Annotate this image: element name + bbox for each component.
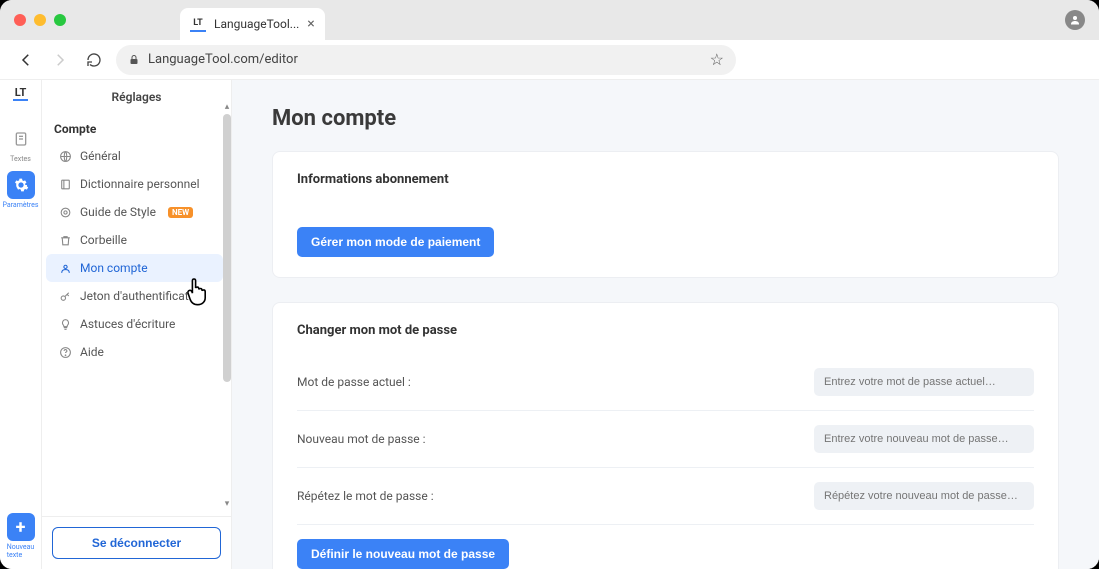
current-password-input[interactable] [814,368,1034,396]
sidebar-item-account[interactable]: Mon compte [46,254,223,282]
sidebar-item-styleguide[interactable]: Guide de Style NEW [46,198,223,226]
page-title: Mon compte [272,106,1059,131]
window-controls [14,14,66,26]
key-icon [58,290,72,303]
set-password-button[interactable]: Définir le nouveau mot de passe [297,539,509,569]
rail-item-label: Paramètres [3,201,39,209]
rail-item-texts[interactable]: Textes [4,125,38,163]
titlebar: LT LanguageTool... × [0,0,1099,40]
new-password-input[interactable] [814,425,1034,453]
lock-icon [128,54,140,66]
tab-title: LanguageTool... [214,17,299,31]
sidebar-scrollbar[interactable]: ▴ ▾ [223,114,231,497]
current-password-label: Mot de passe actuel : [297,375,411,389]
target-icon [58,206,72,219]
user-icon [58,262,72,275]
rail-new-text-label: Nouveau texte [7,543,35,559]
sidebar-item-label: Mon compte [80,261,148,275]
bookmark-star-icon[interactable]: ☆ [710,50,724,69]
sidebar-item-general[interactable]: Général [46,142,223,170]
forward-button[interactable] [48,48,72,72]
app-frame: LT Textes Paramètres + Nouveau texte Rég… [0,80,1099,569]
subscription-heading: Informations abonnement [297,172,1034,187]
sidebar-item-help[interactable]: Aide [46,338,223,366]
document-icon [7,125,35,153]
manage-payment-button[interactable]: Gérer mon mode de paiement [297,227,494,257]
new-password-label: Nouveau mot de passe : [297,432,426,446]
sidebar-item-label: Guide de Style [80,205,156,219]
tab-favicon: LT [190,16,206,32]
close-window-button[interactable] [14,14,26,26]
scroll-thumb[interactable] [223,114,231,382]
sidebar-item-trash[interactable]: Corbeille [46,226,223,254]
sidebar-item-tips[interactable]: Astuces d'écriture [46,310,223,338]
scroll-down-icon[interactable]: ▾ [222,499,232,509]
repeat-password-input[interactable] [814,482,1034,510]
back-button[interactable] [14,48,38,72]
sidebar-footer: Se déconnecter [42,516,231,569]
subscription-card: Informations abonnement Gérer mon mode d… [272,151,1059,278]
globe-icon [58,150,72,163]
sidebar-item-label: Aide [80,345,104,359]
sidebar-item-label: Astuces d'écriture [80,317,175,331]
maximize-window-button[interactable] [54,14,66,26]
plus-icon: + [7,513,35,541]
reload-button[interactable] [82,48,106,72]
rail-new-text-button[interactable]: + Nouveau texte [4,513,38,559]
sidebar-list: Général Dictionnaire personnel Guide de … [42,142,231,516]
browser-window: LT LanguageTool... × LanguageTool.com/ed… [0,0,1099,569]
profile-avatar-button[interactable] [1065,10,1085,30]
minimize-window-button[interactable] [34,14,46,26]
browser-toolbar: LanguageTool.com/editor ☆ [0,40,1099,80]
trash-icon [58,234,72,247]
sidebar-item-label: Jeton d'authentification [80,289,205,303]
repeat-password-row: Répétez le mot de passe : [297,468,1034,525]
left-rail: LT Textes Paramètres + Nouveau texte [0,80,42,569]
sidebar-item-token[interactable]: Jeton d'authentification [46,282,223,310]
app-logo[interactable]: LT [13,86,29,101]
logout-button[interactable]: Se déconnecter [52,527,221,559]
tab-close-button[interactable]: × [307,16,314,32]
sidebar-item-dictionary[interactable]: Dictionnaire personnel [46,170,223,198]
new-password-row: Nouveau mot de passe : [297,411,1034,468]
repeat-password-label: Répétez le mot de passe : [297,489,434,503]
sidebar-section-account: Compte [42,114,231,142]
content-area: Mon compte Informations abonnement Gérer… [232,80,1099,569]
current-password-row: Mot de passe actuel : [297,354,1034,411]
password-card: Changer mon mot de passe Mot de passe ac… [272,302,1059,569]
password-heading: Changer mon mot de passe [297,323,1034,338]
rail-item-label: Textes [10,155,31,163]
bulb-icon [58,318,72,331]
sidebar-title: Réglages [42,80,231,114]
rail-item-settings[interactable]: Paramètres [4,171,38,209]
new-badge: NEW [168,207,193,218]
gear-icon [7,171,35,199]
url-text: LanguageTool.com/editor [148,52,298,67]
address-bar[interactable]: LanguageTool.com/editor ☆ [116,45,736,75]
sidebar-item-label: Corbeille [80,233,127,247]
browser-tab[interactable]: LT LanguageTool... × [180,8,325,40]
settings-sidebar: Réglages Compte Général Dictionnaire per… [42,80,232,569]
sidebar-item-label: Général [80,149,121,163]
book-icon [58,178,72,191]
help-icon [58,346,72,359]
sidebar-item-label: Dictionnaire personnel [80,177,200,191]
scroll-up-icon[interactable]: ▴ [222,102,232,112]
